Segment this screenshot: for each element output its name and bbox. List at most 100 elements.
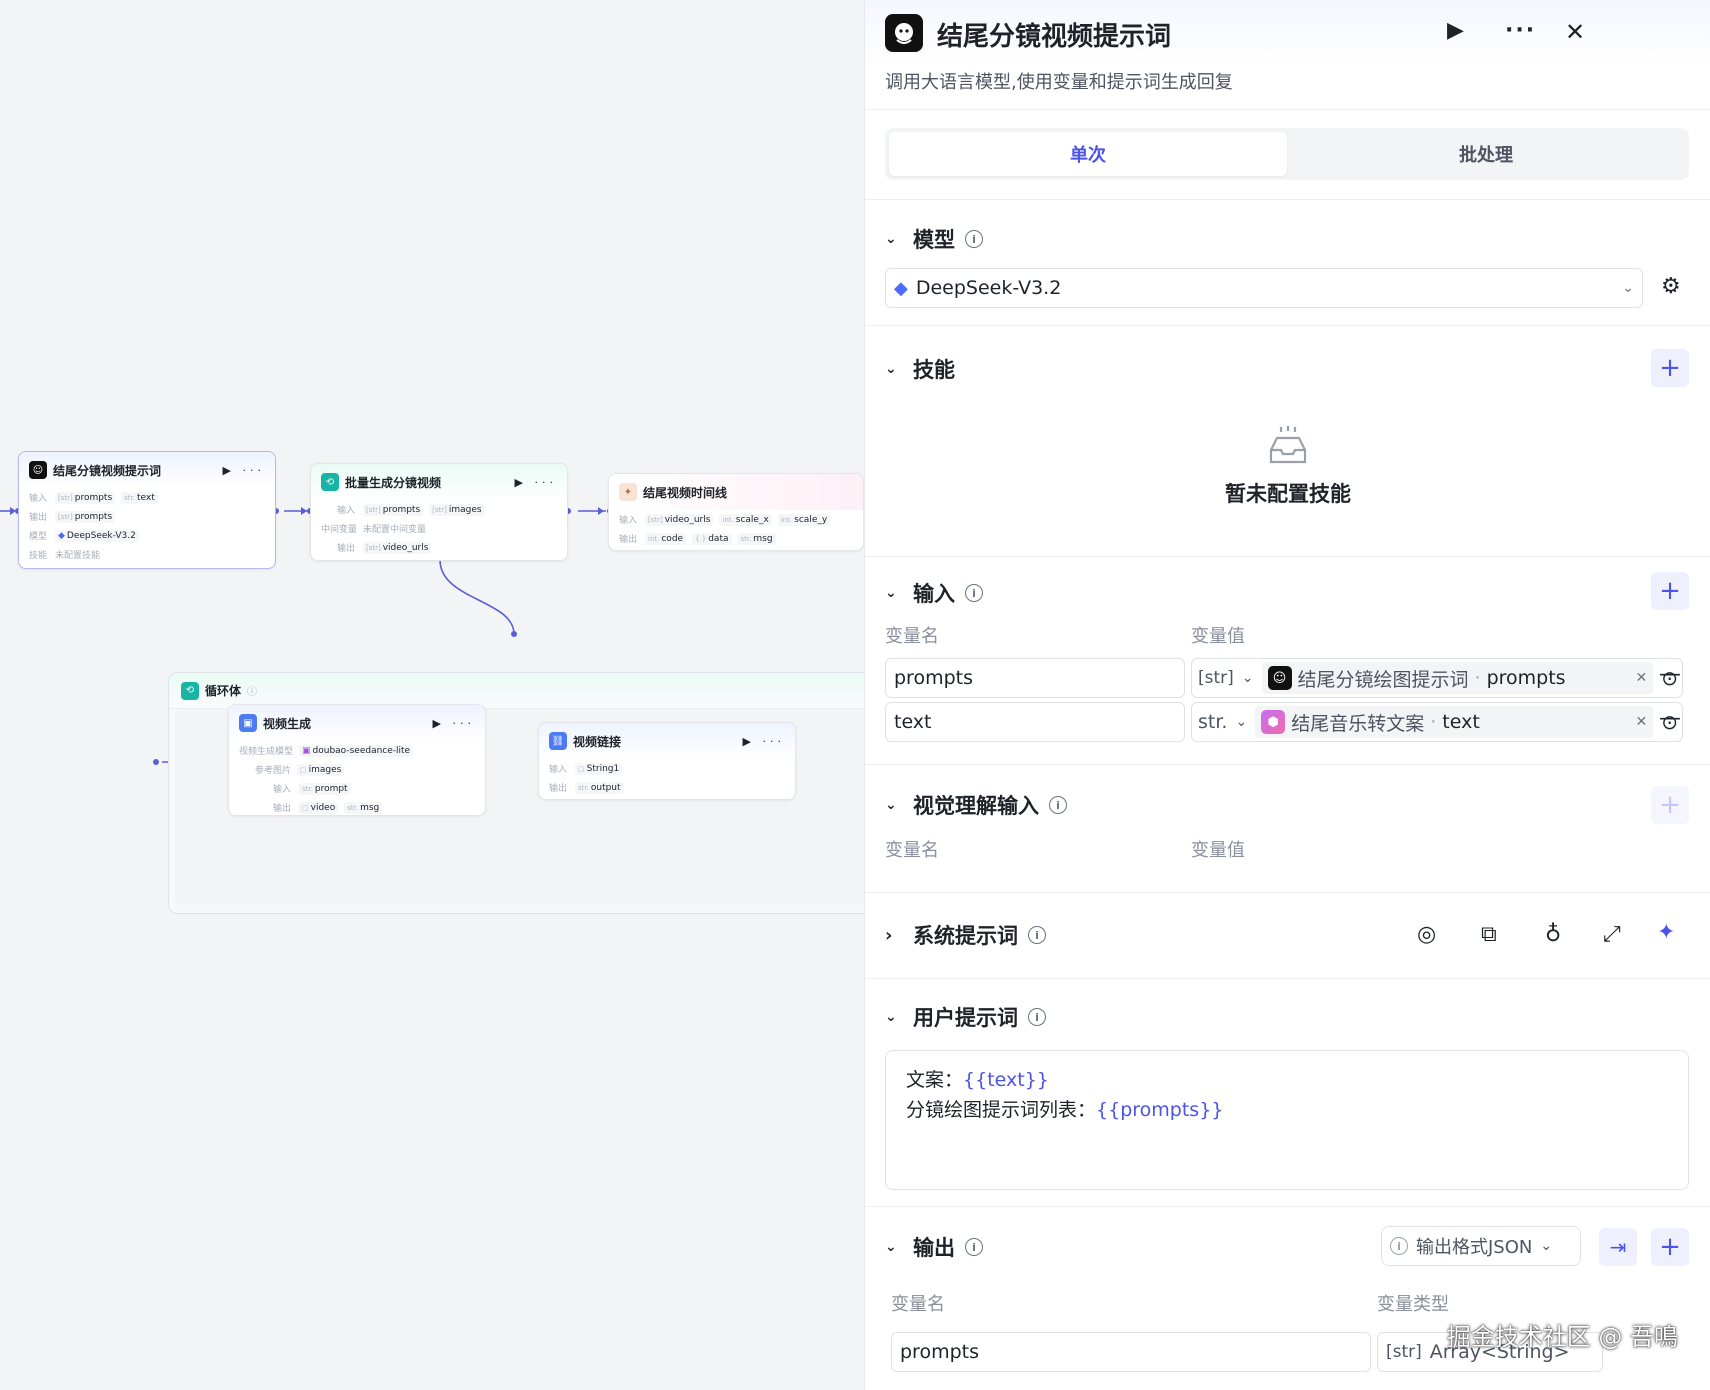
remove-row-icon[interactable]: — <box>1659 706 1681 731</box>
node-var-tag: [str] prompts <box>55 491 116 504</box>
input-value-field[interactable]: str. ⌄ ⬢ 结尾音乐转文案 · text ✕ ⊙ <box>1191 702 1683 742</box>
section-user-prompt[interactable]: ⌄ 用户提示词 i <box>885 1002 1046 1032</box>
node-row-label: 视频生成模型 <box>239 747 294 757</box>
node-var-tag: str. msg <box>344 801 383 814</box>
input-name-field[interactable]: text <box>885 702 1185 742</box>
tab-single[interactable]: 单次 <box>889 132 1287 176</box>
node-video-generation[interactable]: ▣ 视频生成 ▶ ··· 视频生成模型 ▣ doubao-seedance-lit… <box>228 704 486 816</box>
add-skill-button[interactable]: + <box>1651 349 1689 387</box>
skills-empty-text: 暂未配置技能 <box>1225 482 1351 506</box>
skills-empty-state: 暂未配置技能 <box>865 424 1710 508</box>
info-icon[interactable]: ⓘ <box>247 683 257 698</box>
section-output[interactable]: ⌄ 输出 i <box>885 1232 983 1262</box>
node-var-tag: str. output <box>575 781 624 794</box>
output-name-field[interactable]: prompts <box>891 1332 1371 1372</box>
remove-row-icon[interactable]: — <box>1659 662 1681 687</box>
expand-icon[interactable]: ⤢ <box>1603 922 1621 947</box>
node-ending-video-prompt[interactable]: ☺ 结尾分镜视频提示词 ▶ ··· 输入 [str] prompts str. te… <box>18 451 276 569</box>
panel-header: 结尾分镜视频提示词 ▶ ··· ✕ 调用大语言模型,使用变量和提示词生成回复 <box>865 0 1710 110</box>
info-icon[interactable]: i <box>965 584 983 602</box>
node-run-and-more-icon[interactable]: ▶ ··· <box>223 464 265 477</box>
tab-batch[interactable]: 批处理 <box>1287 132 1685 176</box>
import-output-button[interactable]: ⇥ <box>1599 1228 1637 1266</box>
model-select[interactable]: ◆ DeepSeek-V3.2 ⌄ <box>885 268 1643 308</box>
column-label-name: 变量名 <box>885 626 939 647</box>
output-format-select[interactable]: i 输出格式JSON ⌄ <box>1381 1226 1581 1266</box>
node-row-label: 输出 <box>337 544 356 554</box>
divider <box>865 199 1710 200</box>
prompt-text: 文案： <box>906 1069 964 1091</box>
user-prompt-editor[interactable]: 文案：{{text}} 分镜绘图提示词列表：{{prompts}} <box>885 1050 1689 1190</box>
close-icon[interactable]: ✕ <box>1565 18 1585 46</box>
output-format-value: 输出格式JSON <box>1416 1237 1533 1258</box>
reference-node: 结尾音乐转文案 <box>1291 712 1425 735</box>
clear-icon[interactable]: ✕ <box>1636 670 1648 686</box>
add-vision-input-button[interactable]: + <box>1651 786 1689 824</box>
chevron-down-icon[interactable]: ⌄ <box>885 585 903 601</box>
chevron-down-icon[interactable]: ⌄ <box>885 797 903 813</box>
node-ending-video-timeline[interactable]: ✦ 结尾视频时间线 输入 [str] video_urls int. scale_x… <box>608 473 864 551</box>
section-title: 系统提示词 <box>913 924 1018 948</box>
plugin-cube-icon: ⬢ <box>1261 710 1286 734</box>
node-row-label: 输入 <box>273 785 292 795</box>
lightbulb-icon[interactable]: ♁ <box>1545 922 1561 947</box>
clear-icon[interactable]: ✕ <box>1636 714 1648 730</box>
add-output-button[interactable]: + <box>1651 1228 1689 1266</box>
prompt-variable: {{prompts}} <box>1096 1099 1224 1121</box>
ai-sparkle-icon[interactable]: ✦ <box>1657 920 1675 945</box>
chevron-down-icon[interactable]: ⌄ <box>885 231 903 247</box>
node-title: 视频链接 <box>573 734 622 749</box>
edge-node2-loop <box>439 559 515 635</box>
compass-icon[interactable]: ◎ <box>1417 922 1436 947</box>
section-system-prompt[interactable]: › 系统提示词 i <box>885 920 1046 950</box>
node-row-label: 输出 <box>619 535 638 545</box>
node-var-tag: { } data <box>692 532 732 545</box>
loop-icon: ⟲ <box>321 473 339 491</box>
node-row-label: 技能 <box>29 551 48 561</box>
input-value-field[interactable]: [str] ⌄ ☺ 结尾分镜绘图提示词 · prompts ✕ ⊙ <box>1191 658 1683 698</box>
node-video-link[interactable]: ⛓ 视频链接 ▶ ··· 输入 ▢ String1 输出 str. output <box>538 722 796 800</box>
info-icon[interactable]: i <box>1049 796 1067 814</box>
node-title: 结尾分镜视频提示词 <box>53 463 162 478</box>
type-label: [str] <box>1386 1342 1422 1362</box>
input-name-field[interactable]: prompts <box>885 658 1185 698</box>
prompt-library-icon[interactable]: ⧉ <box>1481 922 1497 947</box>
column-label-value: 变量值 <box>1191 626 1245 647</box>
chevron-down-icon[interactable]: ⌄ <box>1235 714 1247 730</box>
node-row-label: 输入 <box>29 494 48 504</box>
chevron-down-icon[interactable]: ⌄ <box>1242 670 1254 686</box>
section-vision-input[interactable]: ⌄ 视觉理解输入 i <box>885 790 1067 820</box>
section-skills[interactable]: ⌄ 技能 <box>885 354 955 384</box>
node-batch-generate-video[interactable]: ⟲ 批量生成分镜视频 ▶ ··· 输入 [str] prompts [str] im… <box>310 463 568 561</box>
info-icon: i <box>1390 1237 1408 1255</box>
chevron-down-icon[interactable]: ⌄ <box>885 1239 903 1255</box>
node-run-and-more-icon[interactable]: ▶ ··· <box>743 735 785 748</box>
watermark: 掘金技术社区 @ 吾鳴 <box>1446 1323 1678 1351</box>
more-icon[interactable]: ··· <box>1505 18 1536 43</box>
chevron-down-icon[interactable]: ⌄ <box>885 1009 903 1025</box>
info-icon[interactable]: i <box>965 230 983 248</box>
node-var-tag: [str] images <box>429 503 485 516</box>
panel-title: 结尾分镜视频提示词 <box>937 22 1172 52</box>
chevron-down-icon[interactable]: ⌄ <box>885 361 903 377</box>
info-icon[interactable]: i <box>1028 926 1046 944</box>
info-icon[interactable]: i <box>1028 1008 1046 1026</box>
info-icon[interactable]: i <box>965 1238 983 1256</box>
chevron-right-icon[interactable]: › <box>885 925 903 946</box>
node-run-and-more-icon[interactable]: ▶ ··· <box>433 717 475 730</box>
run-icon[interactable]: ▶ <box>1447 18 1464 43</box>
gear-icon[interactable]: ⚙ <box>1661 274 1681 299</box>
divider <box>865 978 1710 979</box>
node-run-and-more-icon[interactable]: ▶ ··· <box>515 476 557 489</box>
divider <box>865 325 1710 326</box>
section-inputs[interactable]: ⌄ 输入 i <box>885 578 983 608</box>
node-config-panel: 结尾分镜视频提示词 ▶ ··· ✕ 调用大语言模型,使用变量和提示词生成回复 单… <box>864 0 1710 1390</box>
type-label: [str] <box>1198 668 1234 688</box>
workflow-canvas[interactable]: ☺ 结尾分镜视频提示词 ▶ ··· 输入 [str] prompts str. te… <box>0 0 864 1390</box>
section-model[interactable]: ⌄ 模型 i <box>885 224 983 254</box>
add-input-button[interactable]: + <box>1651 572 1689 610</box>
panel-description: 调用大语言模型,使用变量和提示词生成回复 <box>885 72 1233 93</box>
divider <box>865 892 1710 893</box>
divider <box>865 764 1710 765</box>
column-label-value: 变量值 <box>1191 840 1245 861</box>
